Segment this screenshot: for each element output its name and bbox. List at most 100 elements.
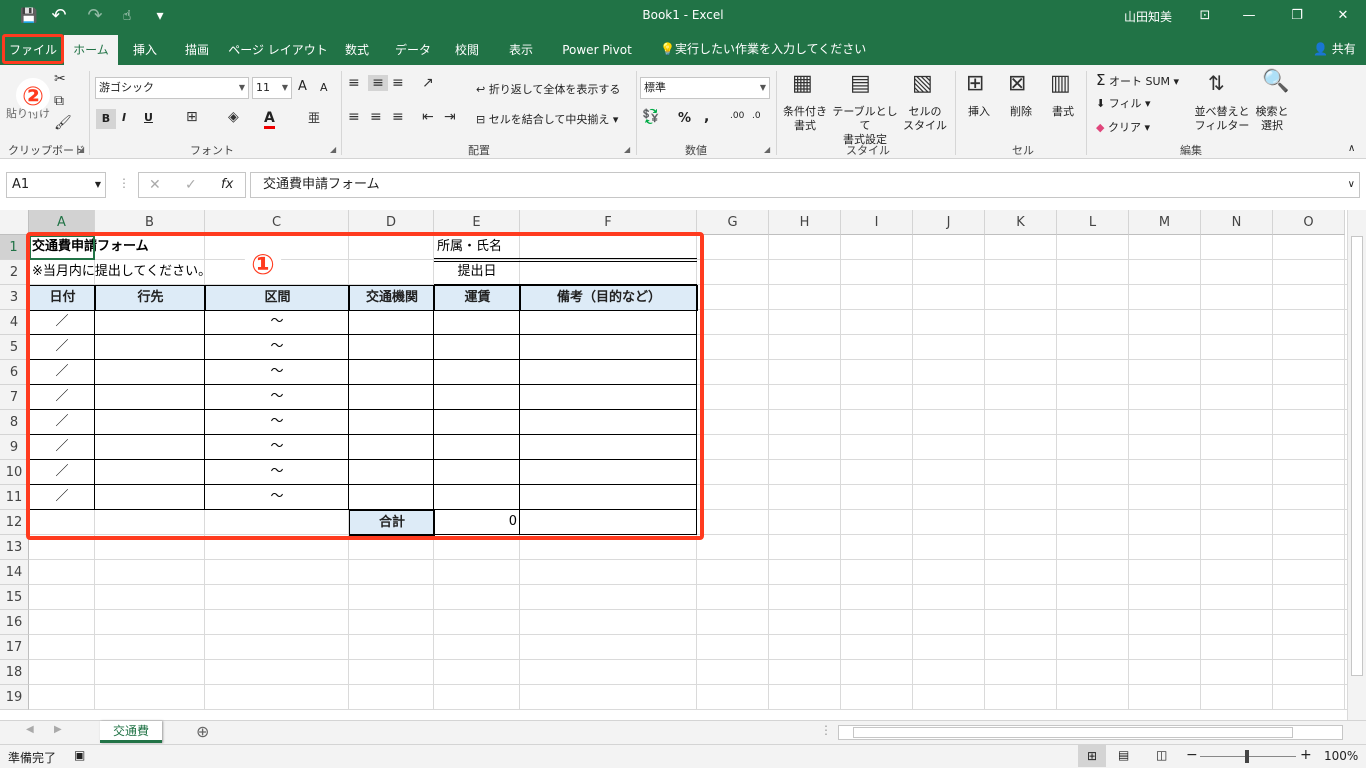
alignment-launcher-icon[interactable]: ◢	[624, 145, 630, 154]
vertical-scroll-thumb[interactable]	[1351, 236, 1363, 676]
font-launcher-icon[interactable]: ◢	[330, 145, 336, 154]
row-header-8[interactable]: 8	[0, 410, 29, 435]
clipboard-launcher-icon[interactable]: ◢	[78, 145, 84, 154]
increase-indent-icon[interactable]: ⇥	[444, 109, 456, 125]
decrease-decimal-icon[interactable]: .0	[752, 111, 761, 121]
tab-review[interactable]: 校閲	[446, 35, 488, 65]
tab-power-pivot[interactable]: Power Pivot	[554, 35, 640, 65]
row-header-13[interactable]: 13	[0, 535, 29, 560]
font-size-combo[interactable]: 11 ▼	[252, 77, 292, 99]
tab-home[interactable]: ホーム	[64, 35, 118, 65]
row-header-15[interactable]: 15	[0, 585, 29, 610]
share-button[interactable]: 👤 共有	[1313, 33, 1356, 65]
enter-icon[interactable]: ✓	[185, 177, 197, 193]
delete-cells-icon[interactable]: ⊠	[1008, 71, 1026, 96]
zoom-level[interactable]: 100%	[1324, 749, 1358, 763]
collapse-ribbon-icon[interactable]: ∧	[1348, 143, 1355, 154]
row-header-10[interactable]: 10	[0, 460, 29, 485]
format-as-table-icon[interactable]: ▤	[850, 71, 871, 96]
insert-cells-button[interactable]: 挿入	[962, 105, 996, 119]
macro-record-icon[interactable]: ▣	[74, 748, 85, 762]
minimize-icon[interactable]: —	[1236, 4, 1262, 28]
column-header-j[interactable]: J	[913, 210, 985, 235]
font-color-button[interactable]: A	[264, 110, 275, 129]
copy-icon[interactable]: ⧉	[54, 93, 64, 109]
font-name-combo[interactable]: 游ゴシック ▼	[95, 77, 249, 99]
ribbon-display-options-icon[interactable]: ⊡	[1192, 4, 1218, 28]
redo-icon[interactable]: ↷	[84, 6, 106, 26]
format-cells-icon[interactable]: ▥	[1050, 71, 1071, 96]
drag-handle-icon[interactable]: ⋮	[118, 176, 130, 190]
row-header-12[interactable]: 12	[0, 510, 29, 535]
horizontal-scroll-thumb[interactable]	[853, 727, 1293, 738]
tab-view[interactable]: 表示	[500, 35, 542, 65]
name-box[interactable]: A1 ▼	[6, 172, 106, 198]
format-painter-icon[interactable]: 🖌	[54, 115, 72, 131]
wrap-text-button[interactable]: ↩ 折り返して全体を表示する	[476, 81, 620, 97]
user-name[interactable]: 山田知美	[1124, 8, 1172, 25]
expand-formula-icon[interactable]: ∨	[1348, 173, 1355, 197]
cell-styles-icon[interactable]: ▧	[912, 71, 933, 96]
save-icon[interactable]: 💾	[18, 6, 40, 26]
sheet-tab-active[interactable]: 交通費	[100, 721, 162, 743]
row-header-16[interactable]: 16	[0, 610, 29, 635]
restore-icon[interactable]: ❐	[1284, 4, 1310, 28]
tab-data[interactable]: データ	[390, 35, 436, 65]
percent-button[interactable]: %	[678, 111, 691, 126]
align-left-icon[interactable]: ≡	[348, 109, 360, 125]
fill-color-icon[interactable]: ◈	[228, 109, 239, 125]
number-format-combo[interactable]: 標準 ▼	[640, 77, 770, 99]
row-header-3[interactable]: 3	[0, 285, 29, 310]
row-header-17[interactable]: 17	[0, 635, 29, 660]
row-header-7[interactable]: 7	[0, 385, 29, 410]
formula-input[interactable]: 交通費申請フォーム ∨	[250, 172, 1360, 198]
row-header-11[interactable]: 11	[0, 485, 29, 510]
align-top-icon[interactable]: ≡	[348, 75, 360, 91]
column-header-i[interactable]: I	[841, 210, 913, 235]
currency-icon[interactable]: 💱	[642, 109, 659, 125]
close-icon[interactable]: ✕	[1330, 4, 1356, 28]
touch-mode-icon[interactable]: ☝	[116, 6, 138, 26]
row-header-9[interactable]: 9	[0, 435, 29, 460]
vertical-scrollbar[interactable]	[1347, 210, 1366, 720]
orientation-icon[interactable]: ↗	[422, 75, 434, 91]
horizontal-scrollbar[interactable]	[838, 725, 1343, 740]
merge-center-button[interactable]: ⊟ セルを結合して中央揃え ▾	[476, 111, 618, 127]
conditional-format-button[interactable]: 条件付き 書式	[780, 105, 830, 133]
format-as-table-button[interactable]: テーブルとして 書式設定	[830, 105, 900, 147]
row-header-5[interactable]: 5	[0, 335, 29, 360]
tab-draw[interactable]: 描画	[176, 35, 218, 65]
zoom-slider-thumb[interactable]	[1245, 750, 1249, 763]
borders-icon[interactable]: ⊞	[186, 109, 198, 125]
column-header-n[interactable]: N	[1201, 210, 1273, 235]
zoom-in-icon[interactable]: +	[1300, 747, 1312, 763]
row-header-2[interactable]: 2	[0, 260, 29, 285]
fill-button[interactable]: ⬇ フィル ▾	[1096, 95, 1151, 111]
autosum-button[interactable]: Σ オート SUM ▾	[1096, 71, 1179, 89]
page-layout-view-icon[interactable]: ▤	[1118, 748, 1129, 762]
row-header-18[interactable]: 18	[0, 660, 29, 685]
find-select-button[interactable]: 検索と 選択	[1252, 105, 1292, 133]
phonetic-icon[interactable]: 亜	[308, 109, 320, 126]
tab-page-layout[interactable]: ページ レイアウト	[228, 35, 328, 65]
find-icon[interactable]: 🔍	[1262, 69, 1289, 94]
increase-decimal-icon[interactable]: .00	[730, 111, 744, 121]
align-center-icon[interactable]: ≡	[370, 109, 382, 125]
insert-cells-icon[interactable]: ⊞	[966, 71, 984, 96]
zoom-out-icon[interactable]: −	[1186, 747, 1198, 763]
insert-function-icon[interactable]: fx	[221, 177, 233, 192]
bold-button[interactable]: B	[96, 109, 116, 129]
column-header-k[interactable]: K	[985, 210, 1057, 235]
cancel-icon[interactable]: ✕	[149, 177, 161, 193]
cut-icon[interactable]: ✂	[54, 71, 66, 87]
grow-font-button[interactable]: A	[298, 79, 307, 94]
undo-icon[interactable]: ↶	[48, 6, 70, 26]
number-launcher-icon[interactable]: ◢	[764, 145, 770, 154]
column-header-m[interactable]: M	[1129, 210, 1201, 235]
shrink-font-button[interactable]: A	[320, 81, 328, 94]
row-header-1[interactable]: 1	[0, 235, 29, 260]
conditional-format-icon[interactable]: ▦	[792, 71, 813, 96]
comma-button[interactable]: ,	[704, 109, 709, 125]
scroll-left-icon[interactable]: ◀	[26, 724, 34, 735]
tab-file[interactable]: ファイル	[2, 34, 64, 64]
